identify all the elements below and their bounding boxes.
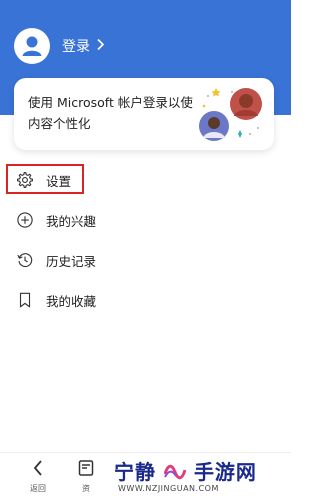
watermark-url: WWW.NZJINGUAN.COM	[118, 484, 219, 493]
plus-circle-icon	[15, 210, 35, 230]
menu-item-label: 我的兴趣	[46, 213, 97, 229]
site-watermark: 宁静 手游网 WWW.NZJINGUAN.COM	[104, 454, 291, 500]
menu-item-favorites[interactable]: 我的收藏	[0, 280, 291, 320]
drawer-menu: 设置 我的兴趣 历史记录 我的收藏	[0, 160, 291, 320]
resources-button[interactable]: 资	[76, 459, 96, 494]
sign-in-promo-card[interactable]: 使用 Microsoft 帐户登录以使内容个性化	[14, 78, 274, 150]
back-button[interactable]: 返回	[26, 459, 50, 494]
promo-text: 使用 Microsoft 帐户登录以使内容个性化	[28, 95, 193, 131]
watermark-brand: 宁静 手游网	[114, 460, 257, 484]
resources-label: 资	[82, 484, 90, 493]
back-label: 返回	[30, 484, 46, 493]
menu-item-interests[interactable]: 我的兴趣	[0, 200, 291, 240]
promo-illustration-icon	[196, 84, 268, 146]
avatar[interactable]	[14, 28, 50, 64]
menu-item-settings[interactable]: 设置	[0, 160, 291, 200]
highlight-box	[6, 164, 84, 194]
login-label: 登录	[62, 39, 90, 55]
wave-logo-icon	[163, 464, 187, 480]
login-link[interactable]: 登录	[62, 36, 105, 56]
menu-item-label: 历史记录	[46, 253, 97, 269]
profile-drawer: 登录 使用 Microsoft 帐户登录以使内容个性化 设置 我的兴趣 历史记录…	[0, 0, 291, 500]
user-icon	[22, 36, 42, 56]
bookmark-icon	[15, 290, 35, 310]
news-icon	[78, 460, 94, 481]
history-icon	[15, 250, 35, 270]
menu-item-label: 我的收藏	[46, 293, 97, 309]
chevron-left-icon	[32, 460, 44, 481]
chevron-right-icon	[96, 38, 105, 54]
menu-item-history[interactable]: 历史记录	[0, 240, 291, 280]
